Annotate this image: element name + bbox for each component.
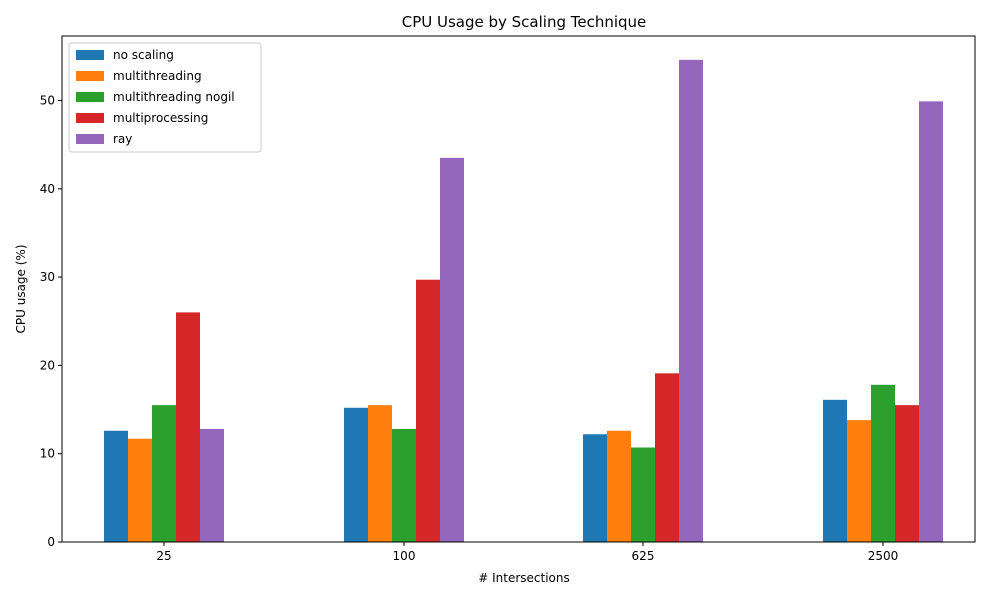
bar-multithreading-2500 [847,420,871,542]
bar-multithreading-nogil-625 [631,447,655,542]
y-tick-label: 20 [40,358,55,372]
bar-ray-100 [440,157,464,543]
y-tick-label: 30 [40,270,55,284]
legend-swatch [76,113,104,123]
bar-no-scaling-625 [583,434,607,542]
y-tick-label: 10 [40,447,55,461]
chart-title: CPU Usage by Scaling Technique [402,13,647,31]
legend-label: multithreading nogil [113,90,235,104]
bar-no-scaling-25 [104,430,128,542]
legend: no scaling multithreading multithreading n… [68,42,262,153]
legend-swatch [76,50,104,60]
bar-no-scaling-100 [344,407,368,542]
bar-multiprocessing-100 [416,279,440,542]
bar-multithreading-625 [607,430,631,542]
bar-chart: CPU Usage by Scaling Technique 0 10 20 30 40… [0,0,1000,600]
bar-multiprocessing-2500 [895,405,919,542]
bar-multiprocessing-25 [176,312,200,542]
bar-no-scaling-2500 [823,399,847,542]
bar-multithreading-nogil-2500 [871,384,895,542]
x-tick-label: 100 [393,549,416,563]
x-tick-label: 2500 [868,549,899,563]
bar-ray-2500 [919,101,943,542]
x-tick-label: 625 [632,549,655,563]
legend-swatch [76,71,104,81]
legend-label: multithreading [113,69,202,83]
x-axis-label: # Intersections [478,571,570,585]
legend-swatch [76,92,104,102]
y-axis-label: CPU usage (%) [14,244,28,333]
bar-multithreading-25 [128,438,152,542]
bar-multiprocessing-625 [655,373,679,542]
legend-label: multiprocessing [113,111,208,125]
legend-swatch [76,134,104,144]
y-tick-label: 40 [40,182,55,196]
bar-multithreading-nogil-25 [152,405,176,542]
bar-multithreading-nogil-100 [392,428,416,542]
bar-ray-625 [679,59,703,543]
x-tick-label: 25 [156,549,171,563]
bar-multithreading-100 [368,405,392,542]
y-tick-label: 0 [47,535,55,549]
legend-label: no scaling [113,48,174,62]
bar-ray-25 [200,428,224,542]
legend-label: ray [113,132,132,146]
y-tick-label: 50 [40,93,55,107]
